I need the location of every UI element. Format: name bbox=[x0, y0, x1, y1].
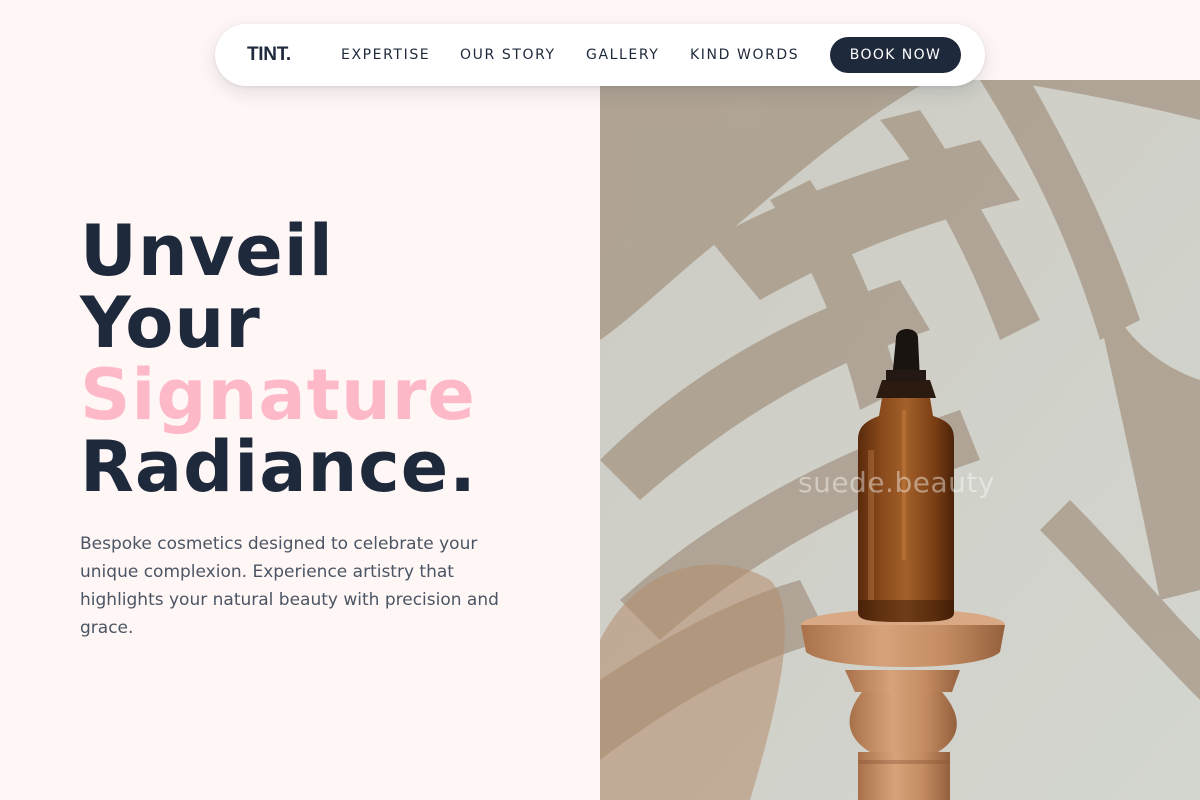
top-navbar: TINT. EXPERTISE OUR STORY GALLERY KIND W… bbox=[215, 24, 985, 86]
hero-description: Bespoke cosmetics designed to celebrate … bbox=[80, 534, 499, 638]
hero-headline-accent: Signature bbox=[80, 354, 476, 436]
nav-link-kind-words[interactable]: KIND WORDS bbox=[690, 24, 799, 86]
nav-link-gallery[interactable]: GALLERY bbox=[586, 24, 659, 86]
product-photo-illustration bbox=[600, 80, 1200, 800]
brand-logo[interactable]: TINT. bbox=[247, 24, 291, 86]
hero-headline-line-1: Unveil bbox=[80, 210, 334, 292]
hero-headline: Unveil Your Signature Radiance. bbox=[80, 215, 477, 503]
nav-link-our-story[interactable]: OUR STORY bbox=[460, 24, 556, 86]
hero-headline-line-2: Your bbox=[80, 282, 261, 364]
book-now-button[interactable]: BOOK NOW bbox=[830, 37, 961, 73]
image-watermark: suede.beauty bbox=[798, 466, 995, 499]
hero-product-photo: suede.beauty bbox=[600, 80, 1200, 800]
nav-link-expertise[interactable]: EXPERTISE bbox=[341, 24, 430, 86]
hero-headline-line-4: Radiance. bbox=[80, 426, 477, 508]
